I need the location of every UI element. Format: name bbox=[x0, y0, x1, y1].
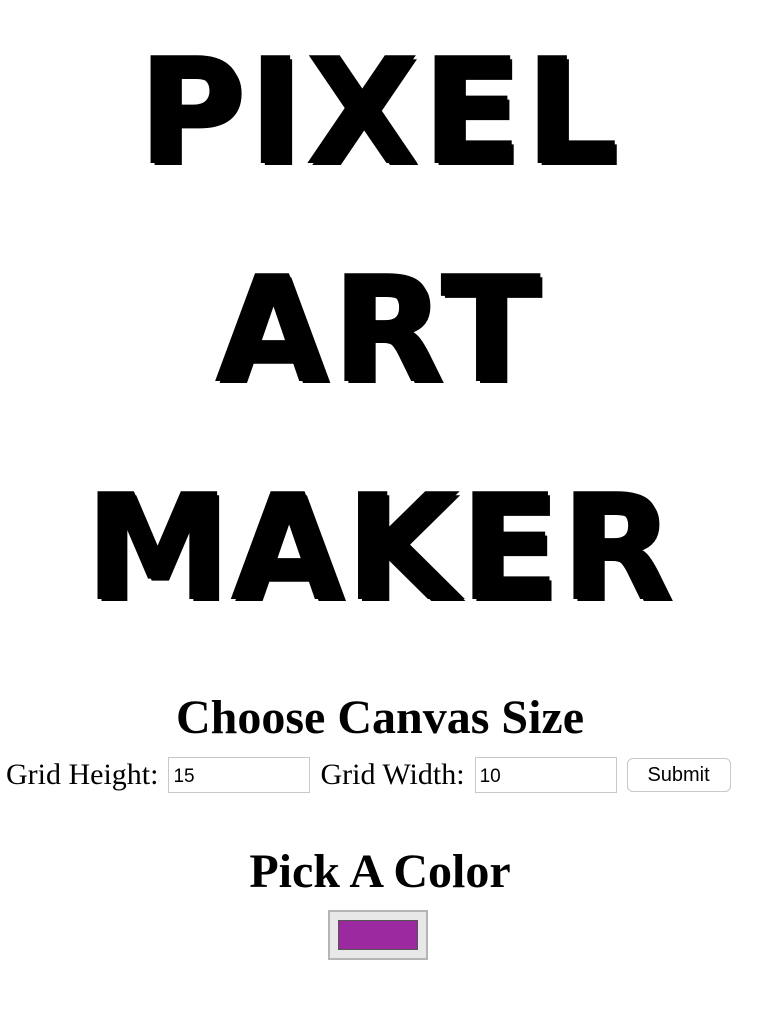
color-picker[interactable] bbox=[328, 910, 428, 960]
title-line-art: Art bbox=[215, 246, 545, 415]
title-line-maker: Maker bbox=[84, 464, 675, 633]
size-form: Grid Height: Grid Width: Submit bbox=[6, 756, 731, 794]
grid-height-input[interactable] bbox=[168, 757, 311, 793]
grid-height-label: Grid Height: bbox=[6, 758, 159, 791]
canvas-size-heading: Choose Canvas Size bbox=[175, 691, 585, 744]
grid-width-input[interactable] bbox=[474, 757, 617, 793]
grid-width-label: Grid Width: bbox=[320, 758, 465, 791]
submit-button[interactable]: Submit bbox=[626, 758, 731, 792]
pick-color-heading: Pick A Color bbox=[249, 845, 511, 898]
title-line-pixel: Pixel bbox=[137, 28, 622, 197]
color-swatch bbox=[338, 920, 418, 950]
